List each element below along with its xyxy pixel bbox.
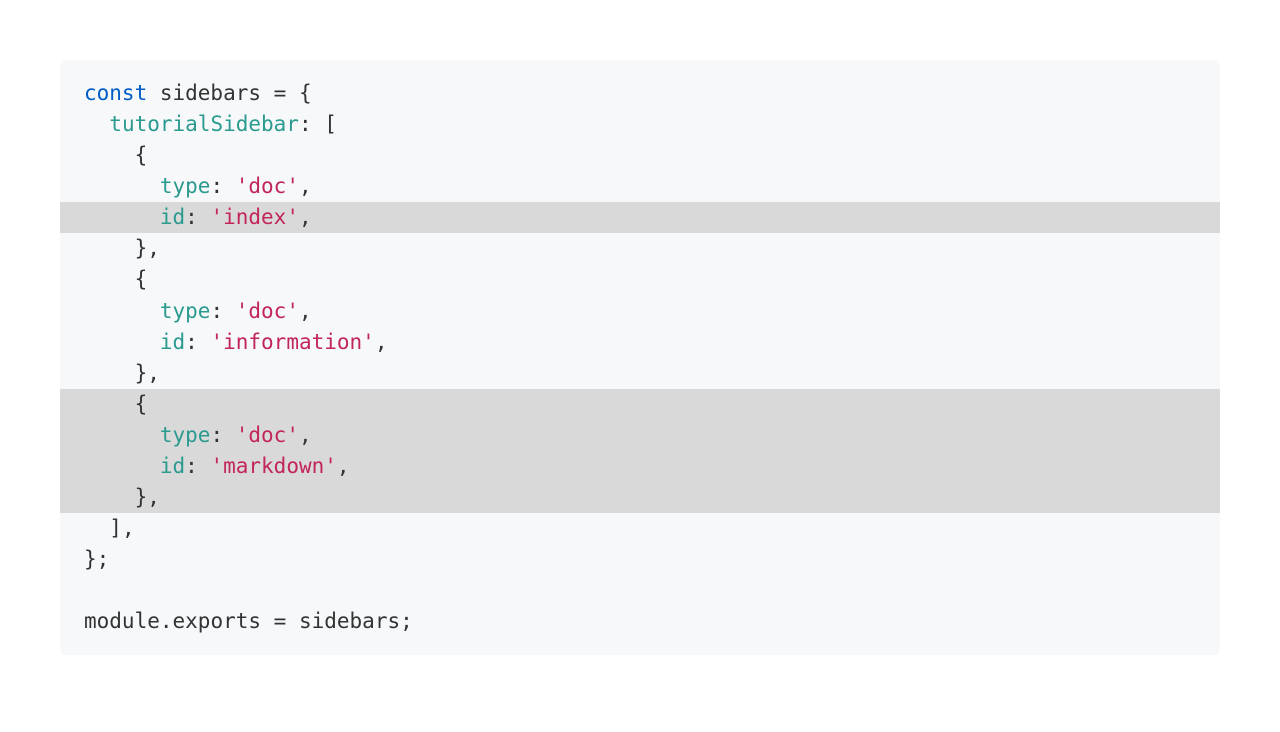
code-token: 'doc' bbox=[236, 299, 299, 323]
code-token: }; bbox=[84, 547, 109, 571]
code-token: [ bbox=[324, 112, 337, 136]
code-token bbox=[84, 578, 97, 602]
code-token: : bbox=[185, 330, 198, 354]
code-line: type: 'doc', bbox=[60, 420, 1220, 451]
code-content: const sidebars = { tutorialSidebar: [ { … bbox=[60, 60, 1220, 655]
code-token: }, bbox=[135, 485, 160, 509]
code-token: id bbox=[160, 330, 185, 354]
code-token: exports bbox=[173, 609, 274, 633]
code-token: , bbox=[375, 330, 388, 354]
code-token bbox=[84, 143, 135, 167]
code-token: : bbox=[210, 299, 223, 323]
code-line: type: 'doc', bbox=[60, 296, 1220, 327]
code-token bbox=[286, 81, 299, 105]
code-token: }, bbox=[135, 236, 160, 260]
code-line: { bbox=[60, 389, 1220, 420]
code-token bbox=[84, 392, 135, 416]
code-token bbox=[84, 267, 135, 291]
code-token: 'information' bbox=[210, 330, 374, 354]
code-line: type: 'doc', bbox=[60, 171, 1220, 202]
code-token bbox=[84, 174, 160, 198]
code-token: 'markdown' bbox=[210, 454, 336, 478]
code-token: , bbox=[299, 205, 312, 229]
code-line: ], bbox=[60, 513, 1220, 544]
code-token bbox=[223, 174, 236, 198]
code-token bbox=[84, 361, 135, 385]
code-token: tutorialSidebar bbox=[109, 112, 299, 136]
code-token bbox=[84, 454, 160, 478]
code-token: ], bbox=[109, 516, 134, 540]
code-line: module.exports = sidebars; bbox=[60, 606, 1220, 655]
code-token: id bbox=[160, 205, 185, 229]
code-token: }, bbox=[135, 361, 160, 385]
code-token bbox=[84, 299, 160, 323]
code-token: type bbox=[160, 174, 211, 198]
code-token: { bbox=[135, 143, 148, 167]
code-token: 'doc' bbox=[236, 174, 299, 198]
code-line: { bbox=[60, 140, 1220, 171]
code-token: . bbox=[160, 609, 173, 633]
code-token: type bbox=[160, 423, 211, 447]
code-token bbox=[223, 299, 236, 323]
code-token bbox=[198, 330, 211, 354]
code-token: sidebars bbox=[286, 609, 400, 633]
code-token bbox=[312, 112, 325, 136]
code-token: { bbox=[299, 81, 312, 105]
code-token: : bbox=[299, 112, 312, 136]
code-block: const sidebars = { tutorialSidebar: [ { … bbox=[60, 60, 1220, 655]
code-token: : bbox=[210, 174, 223, 198]
code-token bbox=[84, 330, 160, 354]
code-line bbox=[60, 575, 1220, 606]
code-line: id: 'information', bbox=[60, 327, 1220, 358]
code-line: tutorialSidebar: [ bbox=[60, 109, 1220, 140]
code-token: : bbox=[185, 205, 198, 229]
code-token: , bbox=[299, 174, 312, 198]
code-token: sidebars bbox=[147, 81, 273, 105]
code-token bbox=[223, 423, 236, 447]
code-token: : bbox=[210, 423, 223, 447]
code-token: , bbox=[299, 299, 312, 323]
code-token: = bbox=[274, 609, 287, 633]
code-token: module bbox=[84, 609, 160, 633]
code-token: const bbox=[84, 81, 147, 105]
code-line: }, bbox=[60, 482, 1220, 513]
code-token bbox=[198, 205, 211, 229]
code-token bbox=[84, 205, 160, 229]
code-line: }; bbox=[60, 544, 1220, 575]
code-token: 'index' bbox=[210, 205, 299, 229]
code-token bbox=[198, 454, 211, 478]
code-token bbox=[84, 423, 160, 447]
code-token: type bbox=[160, 299, 211, 323]
code-token: = bbox=[274, 81, 287, 105]
code-token: id bbox=[160, 454, 185, 478]
code-token: , bbox=[299, 423, 312, 447]
code-token: { bbox=[135, 392, 148, 416]
code-token: : bbox=[185, 454, 198, 478]
code-token bbox=[84, 112, 109, 136]
code-line: const sidebars = { bbox=[60, 60, 1220, 109]
code-token: 'doc' bbox=[236, 423, 299, 447]
code-token: ; bbox=[400, 609, 413, 633]
code-line: id: 'markdown', bbox=[60, 451, 1220, 482]
code-token bbox=[84, 516, 109, 540]
code-line: }, bbox=[60, 233, 1220, 264]
code-line: }, bbox=[60, 358, 1220, 389]
code-line: id: 'index', bbox=[60, 202, 1220, 233]
code-token: { bbox=[135, 267, 148, 291]
code-token bbox=[84, 236, 135, 260]
code-line: { bbox=[60, 264, 1220, 295]
code-token bbox=[84, 485, 135, 509]
code-token: , bbox=[337, 454, 350, 478]
